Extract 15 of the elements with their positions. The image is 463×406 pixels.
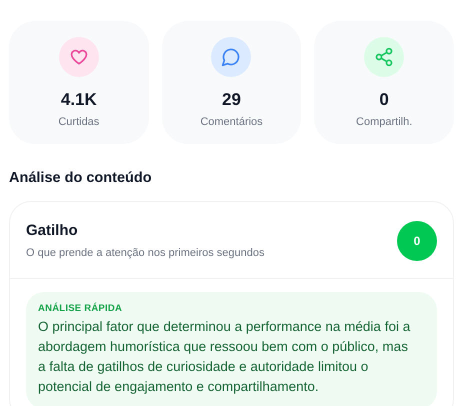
chat-bubble-icon — [221, 47, 242, 67]
stat-value: 4.1K — [60, 89, 97, 111]
stat-value: 29 — [222, 89, 241, 111]
share-icon — [374, 47, 394, 67]
stat-value: 0 — [379, 89, 389, 111]
stat-label: Compartilh. — [356, 115, 412, 130]
panel-label: ANÁLISE RÁPIDA — [38, 302, 124, 316]
stat-label: Comentários — [200, 115, 263, 130]
section-title: Análise do conteúdo — [9, 169, 153, 188]
card-subtitle: O que prende a atenção nos primeiros segundos — [26, 246, 264, 262]
analysis-text: O principal fator que determinou a performance na média foi a abordagem humorística que ressoou bem com o público, mas a falta de gatilhos de curiosidade e autoridade limitou o potencial de engajamento e compartilhamento. — [38, 318, 412, 396]
heart-icon — [68, 47, 89, 67]
stat-label: Curtidas — [58, 115, 100, 130]
score-badge: 0 — [397, 220, 437, 261]
card-title: Gatilho — [26, 220, 79, 241]
